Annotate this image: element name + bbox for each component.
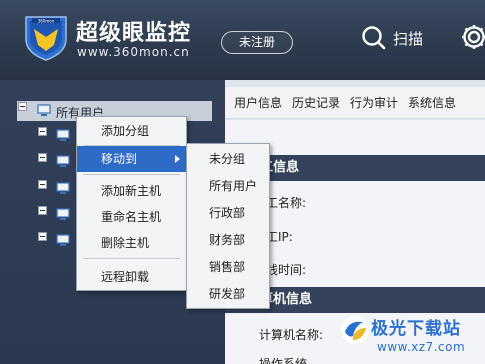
tab-user-info[interactable]: 用户信息 [225, 94, 292, 111]
tree-child-toggle-icon[interactable] [38, 206, 47, 215]
computer-icon [56, 129, 70, 141]
svg-text:360mon: 360mon [38, 19, 55, 24]
tree-child-toggle-icon[interactable] [38, 180, 47, 189]
submenu-item-finance-dept[interactable]: 财务部 [187, 227, 269, 253]
search-icon [362, 26, 386, 50]
menu-item-add-host[interactable]: 添加新主机 [77, 178, 186, 204]
os-label: 操作系统 [259, 357, 308, 364]
submenu-item-admin-dept[interactable]: 行政部 [187, 200, 269, 226]
move-to-submenu: 未分组 所有用户 行政部 财务部 销售部 研发部 [186, 143, 270, 309]
employee-name-label: 工名称: [266, 196, 307, 210]
tab-bar: 用户信息 历史记录 行为审计 系统信息 [225, 87, 485, 119]
computer-icon [56, 182, 70, 194]
tree-child-toggle-icon[interactable] [38, 127, 47, 136]
tab-system-info[interactable]: 系统信息 [408, 94, 466, 111]
online-time-label: 线时间: [266, 263, 307, 277]
submenu-item-all-users[interactable]: 所有用户 [187, 173, 269, 199]
menu-item-move-to-label: 移动到 [101, 152, 138, 166]
tab-history[interactable]: 历史记录 [292, 94, 350, 111]
menu-item-add-group[interactable]: 添加分组 [77, 118, 186, 144]
scan-label: 扫描 [393, 29, 424, 48]
register-button[interactable]: 未注册 [221, 31, 293, 54]
menu-item-rename-host[interactable]: 重命名主机 [77, 204, 186, 230]
logo-shield-icon: 360mon [25, 16, 67, 61]
submenu-item-rd-dept[interactable]: 研发部 [187, 281, 269, 307]
computer-icon [56, 234, 70, 246]
watermark-url: www.xz7.com [377, 340, 466, 354]
employee-ip-label: 工IP: [266, 230, 293, 244]
computer-icon [37, 104, 51, 116]
computer-icon [56, 155, 70, 167]
watermark: 极光下载站 www.xz7.com [339, 310, 485, 364]
menu-separator [83, 174, 180, 175]
app-header: 360mon 超级眼监控 www.360mon.cn 未注册 扫描 [0, 0, 485, 80]
submenu-item-sales-dept[interactable]: 销售部 [187, 254, 269, 280]
context-menu: 添加分组 移动到 添加新主机 重命名主机 删除主机 远程卸载 [76, 116, 187, 291]
brand-url: www.360mon.cn [77, 45, 190, 59]
menu-item-remote-uninstall[interactable]: 远程卸载 [77, 264, 186, 290]
tree-child-toggle-icon[interactable] [38, 153, 47, 162]
computer-icon [56, 208, 70, 220]
scan-button[interactable]: 扫描 [361, 24, 423, 52]
menu-separator [83, 258, 180, 259]
watermark-title: 极光下载站 [371, 319, 461, 339]
computer-name-label: 计算机名称: [259, 328, 324, 342]
collapse-toggle-icon[interactable] [18, 102, 27, 111]
submenu-item-ungrouped[interactable]: 未分组 [187, 146, 269, 172]
tree-child-toggle-icon[interactable] [38, 232, 47, 241]
watermark-logo-icon [341, 316, 369, 344]
menu-item-move-to[interactable]: 移动到 [77, 146, 186, 172]
gear-icon[interactable] [456, 22, 485, 52]
brand-name: 超级眼监控 [76, 21, 192, 46]
tab-behavior-audit[interactable]: 行为审计 [350, 94, 408, 111]
menu-item-delete-host[interactable]: 删除主机 [77, 230, 186, 256]
submenu-arrow-icon [175, 155, 180, 163]
